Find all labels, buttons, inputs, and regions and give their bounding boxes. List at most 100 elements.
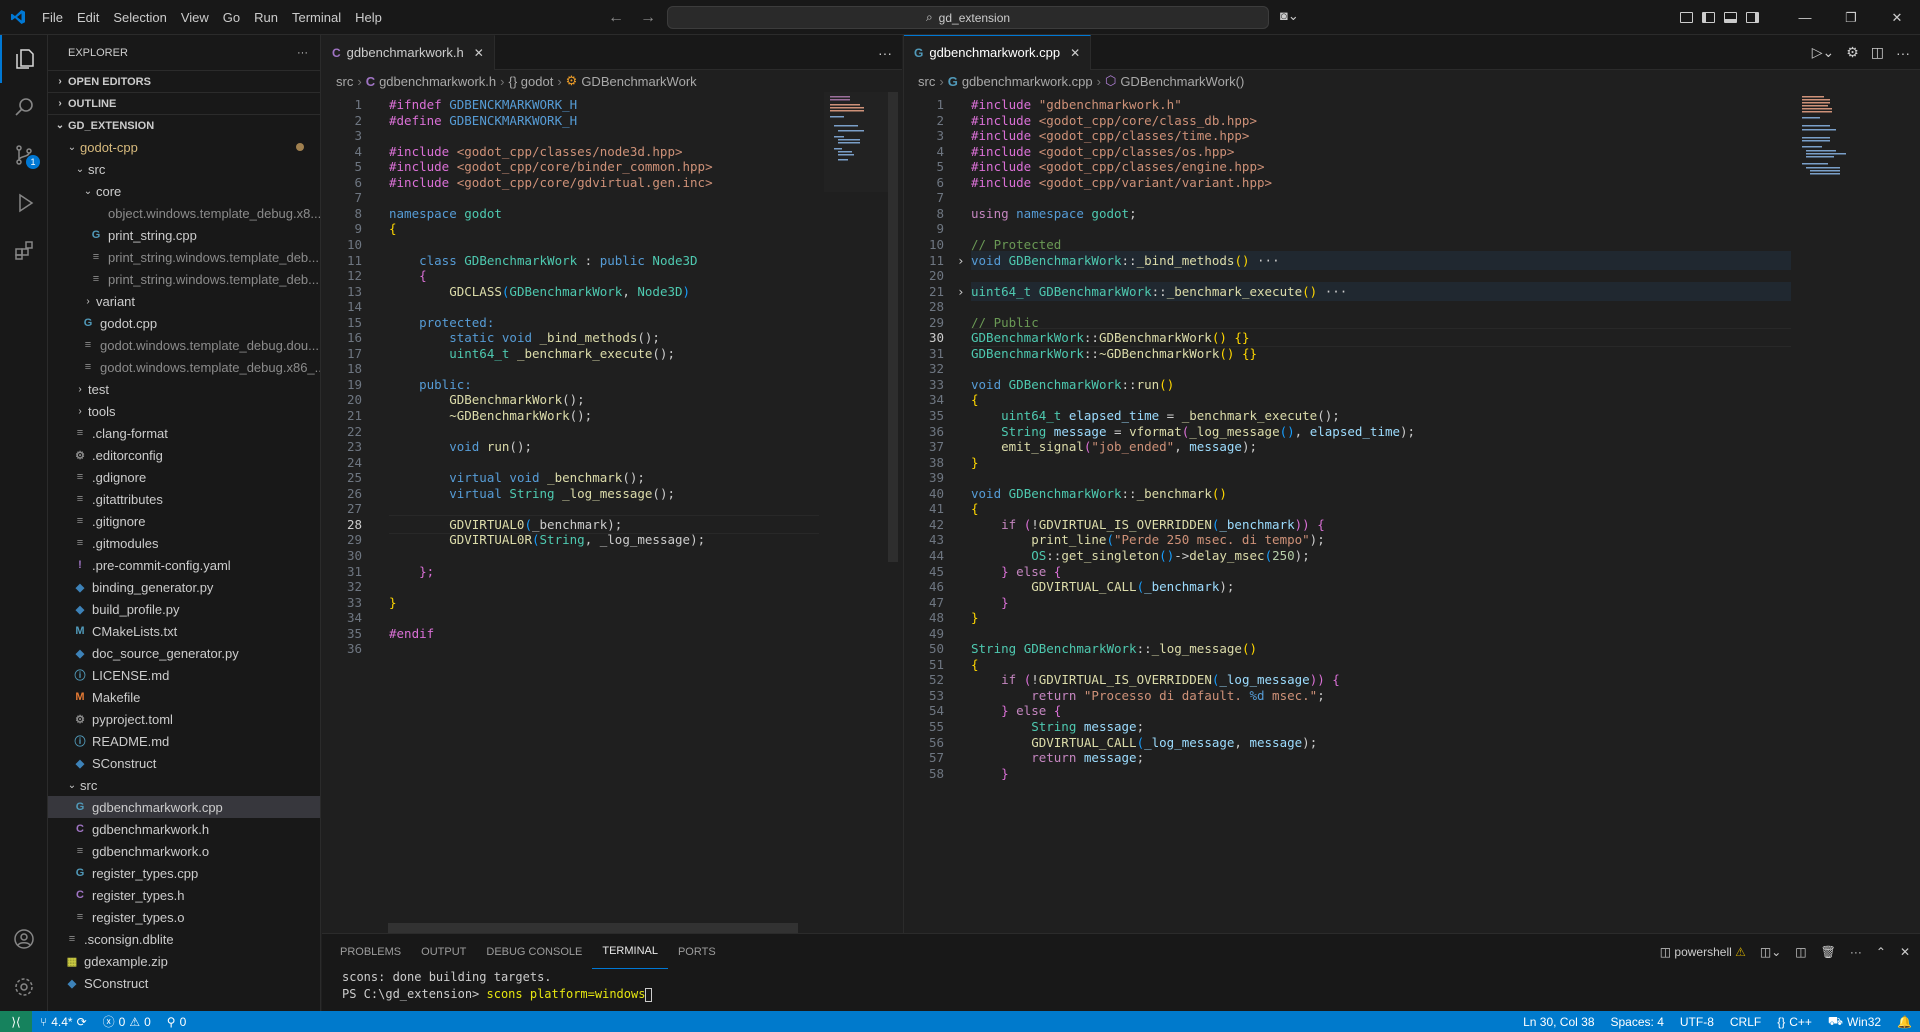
language-mode[interactable]: {} C++ — [1769, 1011, 1820, 1032]
tree-item[interactable]: ▦ gdexample.zip — [48, 950, 320, 972]
code-area[interactable]: 1 #include "gdbenchmarkwork.h" 2 #include <… — [904, 92, 1920, 932]
terminal[interactable]: scons: done building targets. PS C:\gd_e… — [322, 969, 1920, 1003]
remote-indicator-icon[interactable]: ⟩⟨ — [0, 1011, 32, 1032]
branch-indicator[interactable]: ⑂ 4.4* ⟳ — [32, 1011, 95, 1032]
tab-gdbenchmarkwork-h[interactable]: C gdbenchmarkwork.h ✕ — [322, 34, 495, 70]
ports-indicator[interactable]: ⚲ 0 — [159, 1011, 194, 1032]
panel-tab-debug-console[interactable]: DEBUG CONSOLE — [476, 934, 592, 969]
code-area[interactable]: 1 #ifndef GDBENCKMARKWORK_H 2 #define GDBEN… — [322, 92, 902, 932]
tree-item[interactable]: object.windows.template_debug.x8... — [48, 202, 320, 224]
cursor-position[interactable]: Ln 30, Col 38 — [1515, 1011, 1602, 1032]
tree-item[interactable]: ◆ SConstruct — [48, 752, 320, 774]
close-panel-icon[interactable]: ✕ — [1900, 945, 1910, 959]
run-icon[interactable]: ▷⌄ — [1812, 44, 1835, 61]
tree-item[interactable]: ≡ .gitignore — [48, 510, 320, 532]
fold-chevron-icon[interactable]: › — [957, 251, 965, 270]
breadcrumb-item[interactable]: GDBenchmarkWork() — [1120, 74, 1244, 89]
restore-icon[interactable]: ❐ — [1828, 0, 1874, 35]
problems-indicator[interactable]: ⓧ 0 ⚠ 0 — [95, 1011, 159, 1032]
close-window-icon[interactable]: ✕ — [1874, 0, 1920, 35]
tree-item[interactable]: ⓘ README.md — [48, 730, 320, 752]
menu-run[interactable]: Run — [247, 0, 285, 35]
breadcrumb-item[interactable]: gdbenchmarkwork.cpp — [962, 74, 1093, 89]
breadcrumb-item[interactable]: GDBenchmarkWork — [581, 74, 696, 89]
notifications-bell-icon[interactable]: 🔔 — [1889, 1011, 1920, 1032]
menu-go[interactable]: Go — [216, 0, 247, 35]
panel-tab-output[interactable]: OUTPUT — [411, 934, 476, 969]
platform-indicator[interactable]: ⛟ Win32 — [1820, 1011, 1889, 1032]
line-ending[interactable]: CRLF — [1722, 1011, 1769, 1032]
copilot-icon[interactable]: ◙⌄ — [1280, 8, 1299, 24]
tree-item[interactable]: ≡ .sconsign.dblite — [48, 928, 320, 950]
back-arrow-icon[interactable]: ← — [608, 9, 624, 27]
tree-item[interactable]: ≡ gdbenchmarkwork.o — [48, 840, 320, 862]
tree-item[interactable]: ⚙ pyproject.toml — [48, 708, 320, 730]
menu-edit[interactable]: Edit — [70, 0, 106, 35]
minimap[interactable] — [1800, 92, 1864, 202]
minimize-icon[interactable]: — — [1782, 0, 1828, 35]
breadcrumb-item[interactable]: src — [918, 74, 935, 89]
accounts-icon[interactable] — [0, 915, 48, 963]
command-center-search[interactable]: ⌕ gd_extension — [667, 6, 1269, 29]
close-icon[interactable]: ✕ — [1070, 46, 1080, 60]
tree-item[interactable]: ≡ print_string.windows.template_deb... — [48, 268, 320, 290]
tree-item[interactable]: ◆ doc_source_generator.py — [48, 642, 320, 664]
toggle-secondary-sidebar-icon[interactable] — [1741, 0, 1763, 35]
more-actions-icon[interactable]: ··· — [1850, 945, 1862, 959]
tree-item[interactable]: ≡ .clang-format — [48, 422, 320, 444]
menu-file[interactable]: File — [35, 0, 70, 35]
trash-icon[interactable]: 🗑 — [1821, 945, 1836, 959]
tree-item[interactable]: ⌄ src — [48, 158, 320, 180]
maximize-panel-icon[interactable]: ⌃ — [1876, 945, 1886, 959]
tree-item[interactable]: ! .pre-commit-config.yaml — [48, 554, 320, 576]
more-actions-icon[interactable]: ··· — [297, 47, 308, 59]
tree-item[interactable]: ◆ binding_generator.py — [48, 576, 320, 598]
toggle-primary-sidebar-icon[interactable] — [1697, 0, 1719, 35]
panel-tab-terminal[interactable]: TERMINAL — [592, 934, 668, 969]
search-view-icon[interactable] — [0, 83, 48, 131]
forward-arrow-icon[interactable]: → — [640, 9, 656, 27]
tree-item[interactable]: ≡ godot.windows.template_debug.dou... — [48, 334, 320, 356]
tree-item[interactable]: ≡ .gitattributes — [48, 488, 320, 510]
split-terminal-icon[interactable]: ◫ — [1795, 945, 1806, 959]
tree-item[interactable]: ≡ print_string.windows.template_deb... — [48, 246, 320, 268]
terminal-shell-label[interactable]: ◫ powershell ⚠ — [1660, 945, 1746, 959]
fold-chevron-icon[interactable]: › — [957, 282, 965, 301]
tree-item[interactable]: › tools — [48, 400, 320, 422]
tree-item[interactable]: ≡ .gdignore — [48, 466, 320, 488]
tree-item[interactable]: ◆ build_profile.py — [48, 598, 320, 620]
tree-item[interactable]: ≡ .gitmodules — [48, 532, 320, 554]
tree-item[interactable]: › test — [48, 378, 320, 400]
split-editor-icon[interactable]: ◫ — [1871, 44, 1884, 61]
tree-item[interactable]: ≡ register_types.o — [48, 906, 320, 928]
tree-item[interactable]: Gregister_types.cpp — [48, 862, 320, 884]
panel-tab-ports[interactable]: PORTS — [668, 934, 726, 969]
breadcrumb-item[interactable]: src — [336, 74, 353, 89]
tree-item[interactable]: ≡ godot.windows.template_debug.x86_... — [48, 356, 320, 378]
menu-selection[interactable]: Selection — [106, 0, 173, 35]
tree-item[interactable]: Gprint_string.cpp — [48, 224, 320, 246]
tree-item[interactable]: ⌄ godot-cpp — [48, 136, 320, 158]
tree-item[interactable]: Ggdbenchmarkwork.cpp — [48, 796, 320, 818]
new-terminal-icon[interactable]: ◫⌄ — [1760, 945, 1781, 959]
panel-tab-problems[interactable]: PROBLEMS — [330, 934, 411, 969]
close-icon[interactable]: ✕ — [474, 46, 484, 60]
tree-item[interactable]: ⌄ core — [48, 180, 320, 202]
tree-item[interactable]: ⓘ LICENSE.md — [48, 664, 320, 686]
encoding[interactable]: UTF-8 — [1672, 1011, 1722, 1032]
menu-terminal[interactable]: Terminal — [285, 0, 348, 35]
tree-item[interactable]: Ggodot.cpp — [48, 312, 320, 334]
minimap[interactable] — [824, 92, 888, 192]
vertical-scrollbar[interactable] — [888, 92, 898, 562]
tree-item[interactable]: ⌄ src — [48, 774, 320, 796]
tree-item[interactable]: ◆ SConstruct — [48, 972, 320, 994]
explorer-icon[interactable] — [0, 35, 48, 83]
settings-gear-icon[interactable]: ⚙ — [1846, 44, 1859, 61]
breadcrumb-item[interactable]: gdbenchmarkwork.h — [379, 74, 496, 89]
horizontal-scrollbar[interactable] — [388, 923, 798, 933]
tree-item[interactable]: M CMakeLists.txt — [48, 620, 320, 642]
menu-view[interactable]: View — [174, 0, 216, 35]
open-editors-section[interactable]: › OPEN EDITORS — [48, 70, 320, 92]
run-debug-icon[interactable] — [0, 179, 48, 227]
workspace-section[interactable]: ⌄ GD_EXTENSION — [48, 114, 320, 136]
